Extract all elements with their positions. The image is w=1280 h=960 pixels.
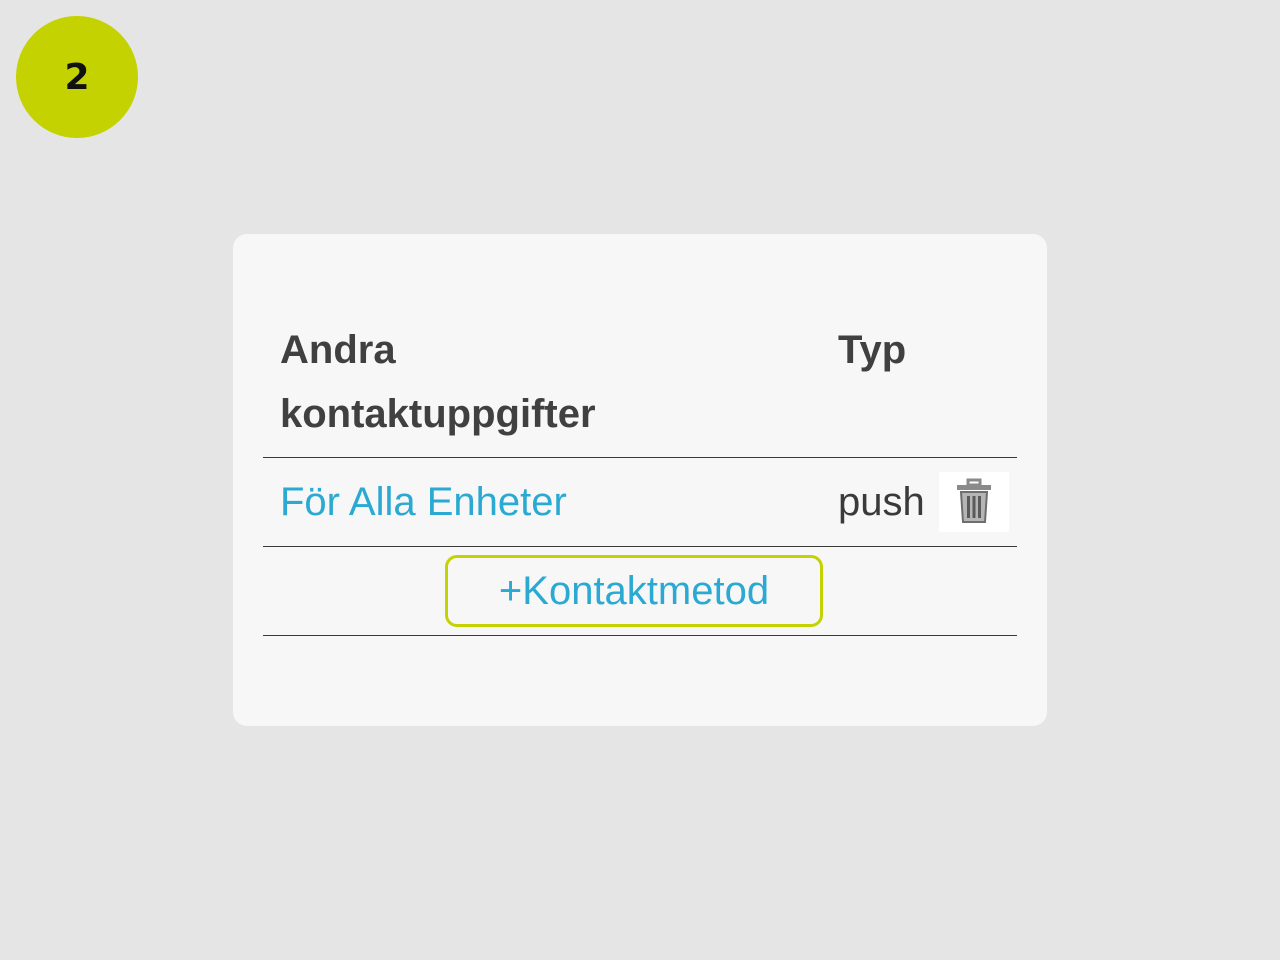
contact-methods-table: Andra kontaktuppgifter Typ För Alla Enhe…	[263, 308, 1017, 636]
trash-icon	[954, 478, 994, 527]
table-header-row: Andra kontaktuppgifter Typ	[263, 308, 1017, 458]
contact-method-link[interactable]: För Alla Enheter	[280, 474, 567, 530]
contact-methods-card: Andra kontaktuppgifter Typ För Alla Enhe…	[233, 234, 1047, 726]
delete-button[interactable]	[939, 472, 1009, 532]
column-header-type: Typ	[838, 328, 907, 372]
step-number: 2	[64, 56, 90, 98]
add-method-row: +Kontaktmetod	[263, 547, 1017, 636]
contact-method-type: push	[838, 480, 925, 524]
step-badge: 2	[16, 16, 138, 138]
column-header-contact: Andra kontaktuppgifter	[280, 328, 596, 436]
table-row: För Alla Enheter push	[263, 458, 1017, 547]
add-contact-method-button[interactable]: +Kontaktmetod	[445, 555, 823, 627]
